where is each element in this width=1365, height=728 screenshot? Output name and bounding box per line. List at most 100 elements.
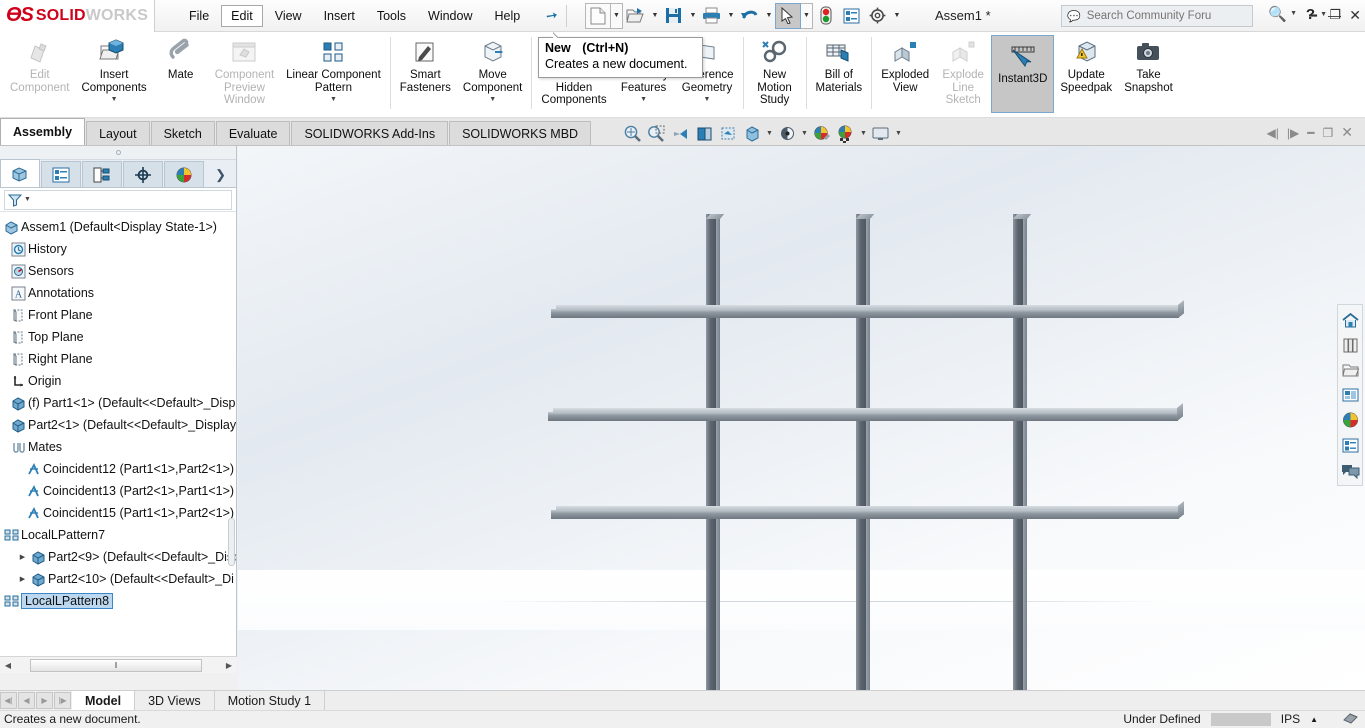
menu-tools[interactable]: Tools — [367, 5, 416, 27]
options-caret[interactable]: ▼ — [891, 3, 903, 29]
cmd-bill-of-materials[interactable]: Bill of Materials — [810, 32, 869, 116]
tree-node-sensors[interactable]: Sensors — [2, 260, 236, 282]
tab-layout[interactable]: Layout — [86, 121, 150, 145]
restore-doc-left-icon[interactable]: ◀| — [1267, 126, 1279, 140]
open-document-button[interactable] — [623, 3, 649, 29]
menu-view[interactable]: View — [265, 5, 312, 27]
tab-sketch[interactable]: Sketch — [150, 121, 215, 145]
tab-solidworks-mbd[interactable]: SOLIDWORKS MBD — [449, 121, 592, 145]
tab-solidworks-add-ins[interactable]: SOLIDWORKS Add-Ins — [291, 121, 449, 145]
search-caret[interactable]: ▼ — [1290, 10, 1297, 17]
vertical-bar-3[interactable] — [1013, 214, 1032, 690]
select-button[interactable] — [774, 2, 801, 29]
expand-arrow-icon[interactable]: ▶ — [16, 575, 29, 583]
zoom-to-fit-icon[interactable] — [620, 121, 644, 145]
new-document-button[interactable] — [584, 2, 611, 29]
tab-evaluate[interactable]: Evaluate — [215, 121, 291, 145]
tree-node-history[interactable]: History — [2, 238, 236, 260]
last-tab-icon[interactable]: |▶ — [54, 692, 71, 709]
file-explorer-icon[interactable] — [1338, 358, 1362, 382]
open-document-caret[interactable]: ▼ — [649, 3, 661, 29]
view-settings-caret[interactable]: ▼ — [893, 121, 904, 145]
restore-doc-icon[interactable]: ❐ — [1323, 126, 1334, 140]
menu-edit[interactable]: Edit — [221, 4, 263, 27]
previous-tab-icon[interactable]: ◀ — [18, 692, 35, 709]
print-button[interactable] — [699, 3, 725, 29]
menu-window[interactable]: Window — [418, 5, 482, 27]
help-caret[interactable]: ▼ — [1320, 11, 1327, 18]
dimxpert-manager-tab[interactable] — [123, 161, 163, 187]
tree-node-assem1[interactable]: Assem1 (Default<Display State-1>) — [2, 216, 236, 238]
solidworks-forum-icon[interactable] — [1338, 458, 1362, 482]
tree-node-coincident12[interactable]: Coincident12 (Part1<1>,Part2<1>) — [2, 458, 236, 480]
feature-manager-design-tree-tab[interactable] — [0, 159, 40, 187]
cmd-caret[interactable]: ▼ — [330, 96, 337, 103]
cmd-caret[interactable]: ▼ — [111, 96, 118, 103]
property-manager-tab[interactable] — [41, 161, 81, 187]
minimize-doc-icon[interactable]: ━ — [1307, 126, 1314, 140]
tree-node-locallpattern7[interactable]: LocalLPattern7 — [2, 524, 236, 546]
hscroll-thumb[interactable]: ‖ — [30, 658, 202, 672]
cmd-explode-line-sketch[interactable]: Explode Line Sketch — [935, 32, 991, 116]
display-style-caret[interactable]: ▼ — [764, 121, 775, 145]
tree-node-part2-9[interactable]: ▶ Part2<9> (Default<<Default>_Disp — [2, 546, 236, 568]
bottom-tab-3d-views[interactable]: 3D Views — [135, 690, 215, 711]
apply-scene-caret[interactable]: ▼ — [858, 121, 869, 145]
custom-properties-icon[interactable] — [1338, 433, 1362, 457]
tree-node-part2-10[interactable]: ▶ Part2<10> (Default<<Default>_Di — [2, 568, 236, 590]
magnifier-icon[interactable]: 🔍 — [1268, 5, 1287, 23]
cmd-caret[interactable]: ▼ — [704, 96, 711, 103]
cmd-linear-component-pattern[interactable]: Linear Component Pattern ▼ — [280, 32, 387, 116]
view-settings-icon[interactable] — [869, 121, 893, 145]
tab-assembly[interactable]: Assembly — [0, 118, 86, 145]
vertical-bar-2[interactable] — [856, 214, 875, 690]
cmd-insert-components[interactable]: Insert Components ▼ — [75, 32, 152, 116]
save-caret[interactable]: ▼ — [687, 3, 699, 29]
view-palette-icon[interactable] — [1338, 383, 1362, 407]
minimize-window-button-2[interactable]: ━ — [1309, 8, 1317, 24]
configuration-manager-tab[interactable] — [82, 161, 122, 187]
restore-window-button[interactable]: ❐ — [1329, 7, 1341, 23]
tree-node-locallpattern8[interactable]: LocalLPattern8 — [2, 590, 236, 612]
options-button[interactable] — [865, 3, 891, 29]
tree-node-coincident15[interactable]: Coincident15 (Part1<1>,Part2<1>) — [2, 502, 236, 524]
next-tab-icon[interactable]: ▶ — [36, 692, 53, 709]
previous-view-icon[interactable] — [668, 121, 692, 145]
restore-doc-right-icon[interactable]: |▶ — [1287, 126, 1299, 140]
cmd-mate[interactable]: Mate — [153, 32, 209, 116]
cmd-new-motion-study[interactable]: New Motion Study — [747, 32, 803, 116]
new-document-caret[interactable]: ▼ — [610, 2, 623, 29]
tree-node-part2[interactable]: Part2<1> (Default<<Default>_Display — [2, 414, 236, 436]
bottom-tab-motion-study-1[interactable]: Motion Study 1 — [214, 690, 326, 711]
undo-button[interactable] — [737, 3, 763, 29]
scroll-left-icon[interactable]: ◀ — [0, 658, 16, 673]
graphics-viewport[interactable]: Y Z X — [238, 146, 1365, 690]
cmd-move-component[interactable]: Move Component ▼ — [457, 32, 528, 116]
pushpin-icon[interactable]: ➚ — [542, 5, 562, 26]
menu-insert[interactable]: Insert — [314, 5, 365, 27]
rebuild-button[interactable] — [813, 3, 839, 29]
zoom-to-area-icon[interactable] — [644, 121, 668, 145]
apply-scene-icon[interactable] — [834, 121, 858, 145]
cmd-take-snapshot[interactable]: Take Snapshot — [1118, 32, 1179, 116]
cmd-caret[interactable]: ▼ — [489, 96, 496, 103]
menu-file[interactable]: File — [179, 5, 219, 27]
close-doc-icon[interactable]: ✕ — [1341, 124, 1353, 141]
filter-caret[interactable]: ▼ — [24, 196, 31, 203]
view-orientation-icon[interactable] — [716, 121, 740, 145]
design-library-icon[interactable] — [1338, 333, 1362, 357]
tree-node-origin[interactable]: Origin — [2, 370, 236, 392]
cmd-caret[interactable]: ▼ — [640, 96, 647, 103]
close-window-button[interactable]: ✕ — [1349, 7, 1361, 24]
hide-show-items-icon[interactable] — [775, 121, 799, 145]
status-units[interactable]: IPS — [1271, 712, 1310, 726]
tree-vertical-scrollbar[interactable] — [227, 278, 236, 608]
tree-node-part1[interactable]: (f) Part1<1> (Default<<Default>_Displ — [2, 392, 236, 414]
cmd-smart-fasteners[interactable]: Smart Fasteners — [394, 32, 457, 116]
vertical-bar-1[interactable] — [706, 214, 725, 690]
scroll-right-icon[interactable]: ▶ — [221, 658, 237, 673]
print-caret[interactable]: ▼ — [725, 3, 737, 29]
overlay-icon[interactable] — [1332, 711, 1365, 728]
cmd-component-preview-window[interactable]: Component Preview Window — [209, 32, 280, 116]
section-view-icon[interactable] — [692, 121, 716, 145]
